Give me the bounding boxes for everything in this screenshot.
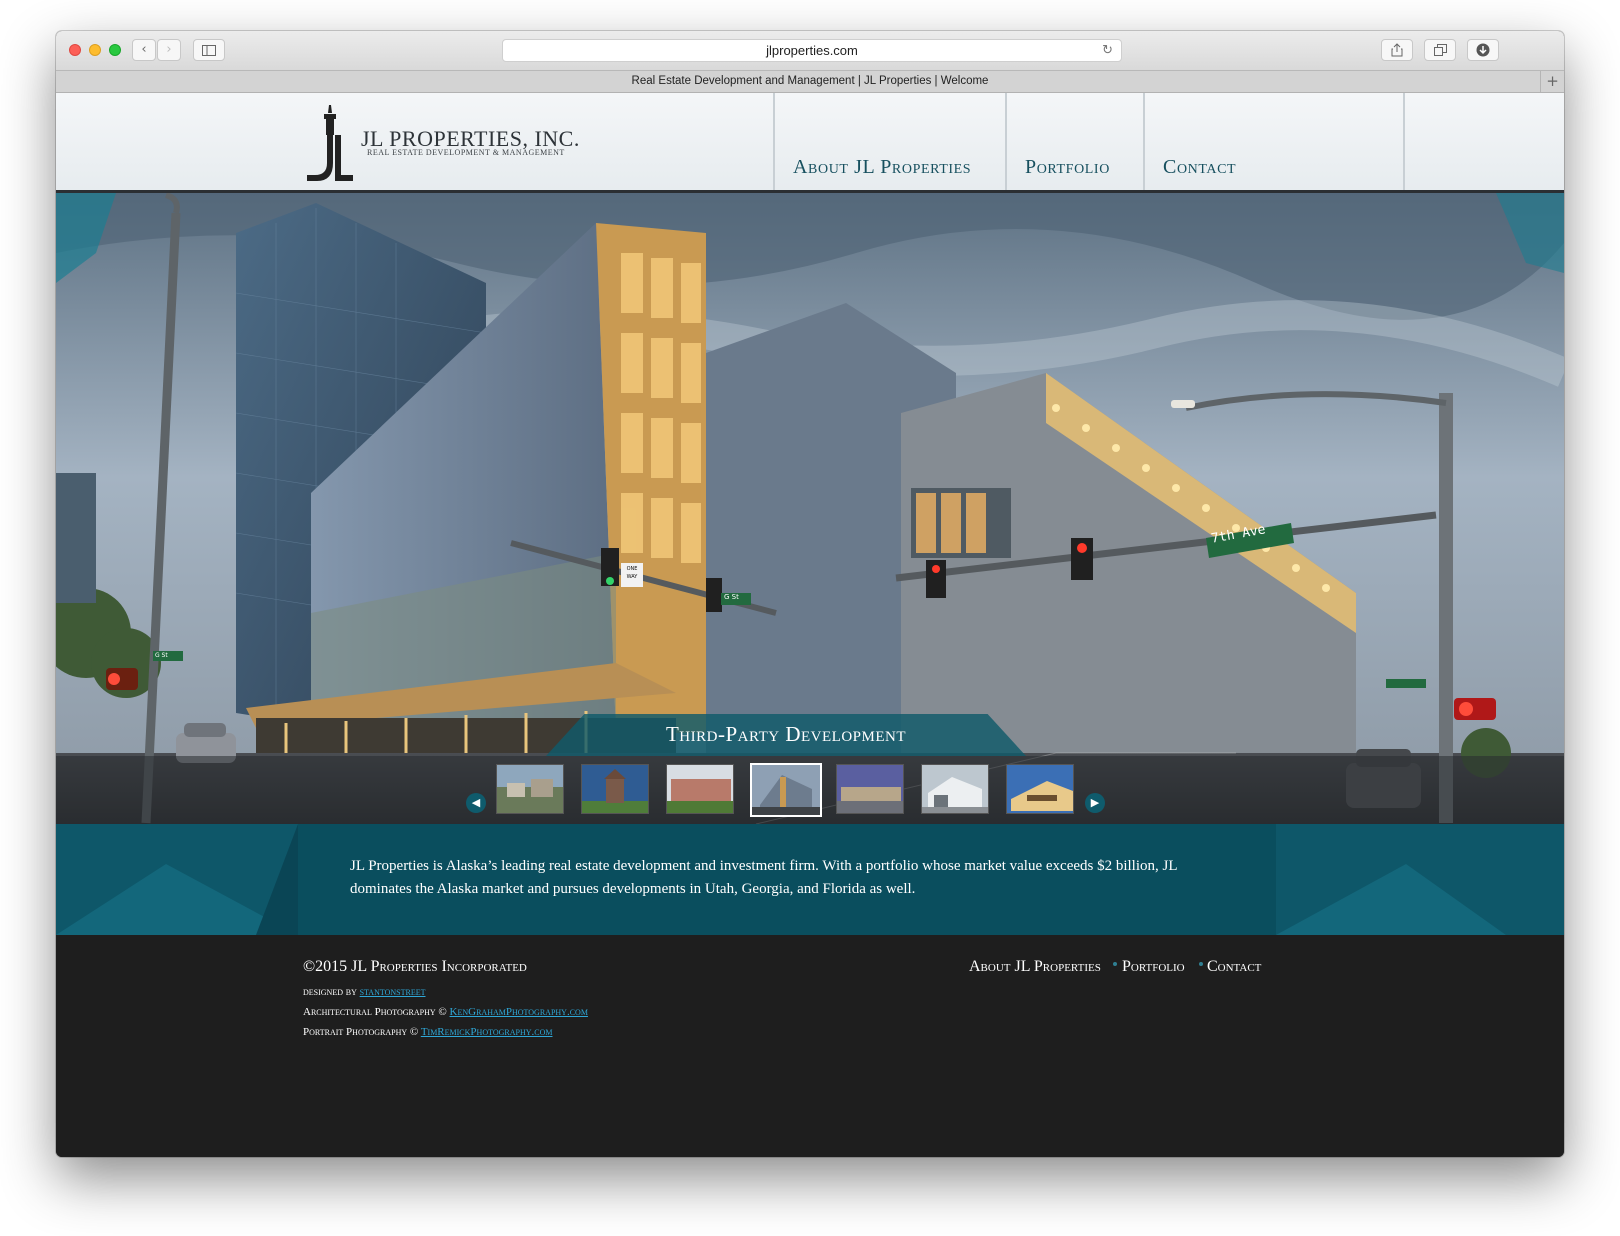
thumbnail-strip: ◀ ▶ — [56, 756, 1564, 824]
portrait-photo-link[interactable]: TimRemickPhotography.com — [421, 1026, 553, 1038]
share-button[interactable] — [1381, 39, 1413, 61]
browser-toolbar: ‹ › jlproperties.com ↻ — [56, 31, 1564, 70]
footer-nav-about[interactable]: About JL Properties — [969, 958, 1101, 976]
download-icon — [1476, 43, 1490, 57]
arch-photo-label: Architectural Photography © — [303, 1006, 447, 1018]
nav-portfolio[interactable]: Portfolio — [1005, 93, 1143, 190]
slide-caption: Third-Party Development — [546, 714, 1026, 756]
footer-nav-separator — [1113, 962, 1117, 966]
thumbnail-2[interactable] — [581, 764, 649, 814]
triangle-left-icon: ◀ — [471, 796, 481, 809]
street-sign-g-st: G St — [724, 593, 739, 601]
jl-logo-icon[interactable] — [305, 105, 355, 181]
designer-link[interactable]: stantonstreet — [360, 986, 426, 998]
thumbnail-image — [837, 765, 903, 813]
site-header: JL PROPERTIES, INC. REAL ESTATE DEVELOPM… — [56, 93, 1564, 193]
close-window-button[interactable] — [69, 44, 81, 56]
address-bar[interactable]: jlproperties.com ↻ — [502, 39, 1122, 62]
thumbnail-4[interactable] — [750, 763, 822, 817]
url-text: jlproperties.com — [766, 43, 858, 58]
thumbnail-image — [667, 765, 733, 813]
tabs-overview-button[interactable] — [1424, 39, 1456, 61]
zoom-window-button[interactable] — [109, 44, 121, 56]
hero-slideshow: 7th Ave G St G St ONE WAY Third-Party De… — [56, 193, 1564, 824]
tab-bar: Real Estate Development and Management |… — [56, 70, 1564, 93]
nav-about[interactable]: About JL Properties — [773, 93, 1005, 190]
thumbnail-1[interactable] — [496, 764, 564, 814]
one-way-sign: ONE WAY — [626, 566, 638, 580]
sidebar-button[interactable] — [193, 39, 225, 61]
footer-copyright: ©2015 JL Properties Incorporated — [303, 958, 527, 975]
share-icon — [1391, 43, 1403, 57]
thumbnail-image — [922, 765, 988, 813]
forward-button[interactable]: › — [157, 39, 181, 61]
chevron-right-icon: › — [166, 42, 172, 57]
thumbnail-image — [1007, 765, 1073, 813]
intro-band: JL Properties is Alaska’s leading real e… — [56, 824, 1564, 935]
back-button[interactable]: ‹ — [132, 39, 156, 61]
thumbnail-6[interactable] — [921, 764, 989, 814]
footer-designed-by: designed by stantonstreet — [303, 986, 426, 998]
footer-nav-separator — [1199, 962, 1203, 966]
next-slide-button[interactable]: ▶ — [1085, 793, 1105, 813]
nav-divider — [1403, 93, 1405, 190]
street-sign-g-st-left: G St — [155, 652, 168, 659]
thumbnail-image — [497, 765, 563, 813]
tab-title[interactable]: Real Estate Development and Management |… — [632, 75, 989, 87]
triangle-right-icon: ▶ — [1090, 796, 1100, 809]
new-tab-button[interactable]: + — [1540, 71, 1564, 92]
plus-icon: + — [1546, 72, 1559, 90]
downloads-button[interactable] — [1467, 39, 1499, 61]
chevron-left-icon: ‹ — [141, 42, 147, 57]
reload-icon[interactable]: ↻ — [1102, 40, 1113, 62]
footer-portrait-photo: Portrait Photography © TimRemickPhotogra… — [303, 1026, 553, 1038]
logo-tagline: REAL ESTATE DEVELOPMENT & MANAGEMENT — [367, 148, 565, 157]
thumbnail-7[interactable] — [1006, 764, 1074, 814]
prev-slide-button[interactable]: ◀ — [466, 793, 486, 813]
sidebar-icon — [202, 45, 216, 56]
footer-nav-contact[interactable]: Contact — [1207, 958, 1261, 976]
browser-window: ‹ › jlproperties.com ↻ Real Estate Devel… — [56, 31, 1564, 1157]
footer-nav-portfolio[interactable]: Portfolio — [1122, 958, 1185, 976]
footer-arch-photo: Architectural Photography © KenGrahamPho… — [303, 1006, 588, 1018]
portrait-photo-label: Portrait Photography © — [303, 1026, 419, 1038]
nav-contact[interactable]: Contact — [1143, 93, 1403, 190]
arch-photo-link[interactable]: KenGrahamPhotography.com — [450, 1006, 588, 1018]
intro-text: JL Properties is Alaska’s leading real e… — [350, 858, 1177, 897]
thumbnail-5[interactable] — [836, 764, 904, 814]
thumbnail-image — [752, 765, 820, 815]
site-footer: ©2015 JL Properties Incorporated designe… — [56, 935, 1564, 1157]
thumbnail-image — [582, 765, 648, 813]
minimize-window-button[interactable] — [89, 44, 101, 56]
thumbnail-3[interactable] — [666, 764, 734, 814]
tabs-icon — [1433, 44, 1447, 56]
designed-by-label: designed by — [303, 986, 357, 998]
